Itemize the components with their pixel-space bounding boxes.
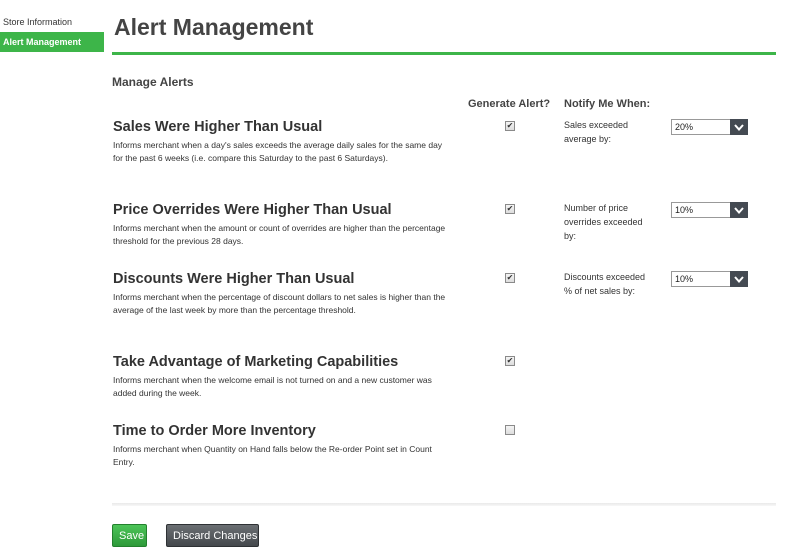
- check-icon: ✔: [506, 121, 514, 130]
- alert-marketing-capabilities: Take Advantage of Marketing Capabilities…: [112, 354, 452, 400]
- chevron-down-icon[interactable]: [730, 271, 748, 287]
- page-title: Alert Management: [114, 14, 314, 40]
- discard-changes-button[interactable]: Discard Changes: [166, 524, 259, 547]
- alert-title: Take Advantage of Marketing Capabilities: [113, 354, 399, 370]
- threshold-dropdown-price-overrides[interactable]: 10%: [671, 202, 748, 218]
- notify-me-header: Notify Me When:: [564, 98, 651, 110]
- alert-description: Informs merchant when Quantity on Hand f…: [113, 444, 432, 467]
- generate-alert-header: Generate Alert?: [468, 98, 551, 110]
- threshold-dropdown-discounts[interactable]: 10%: [671, 271, 748, 287]
- check-icon: ✔: [506, 356, 514, 365]
- alert-price-overrides: Price Overrides Were Higher Than Usual I…: [112, 202, 452, 248]
- check-icon: ✔: [506, 204, 514, 213]
- footer-divider: [112, 503, 776, 506]
- generate-alert-checkbox-price-overrides[interactable]: ✔: [505, 204, 515, 214]
- sidebar: Store Information Alert Management: [0, 12, 104, 52]
- alert-description: Informs merchant when the amount or coun…: [113, 223, 446, 246]
- alert-title: Sales Were Higher Than Usual: [113, 119, 323, 135]
- dropdown-value: 10%: [675, 274, 694, 284]
- generate-alert-checkbox-marketing[interactable]: ✔: [505, 356, 515, 366]
- sidebar-item-alert-management[interactable]: Alert Management: [0, 32, 104, 52]
- alert-description: Informs merchant when the welcome email …: [113, 375, 432, 398]
- sidebar-item-store-information[interactable]: Store Information: [0, 12, 104, 32]
- alert-sales-higher: Sales Were Higher Than Usual Informs mer…: [112, 119, 452, 165]
- chevron-down-icon[interactable]: [730, 119, 748, 135]
- alert-order-inventory: Time to Order More Inventory Informs mer…: [112, 423, 452, 469]
- alert-title: Discounts Were Higher Than Usual: [113, 271, 355, 287]
- alert-title: Price Overrides Were Higher Than Usual: [113, 202, 392, 218]
- notify-label-discounts: Discounts exceeded % of net sales by:: [564, 272, 646, 296]
- alert-description: Informs merchant when a day's sales exce…: [113, 140, 443, 163]
- alert-title: Time to Order More Inventory: [113, 423, 316, 439]
- title-divider: [112, 52, 776, 55]
- dropdown-value: 10%: [675, 205, 694, 215]
- section-title: Manage Alerts: [112, 75, 194, 89]
- generate-alert-checkbox-discounts[interactable]: ✔: [505, 273, 515, 283]
- alert-discounts-higher: Discounts Were Higher Than Usual Informs…: [112, 271, 452, 317]
- check-icon: ✔: [506, 273, 514, 282]
- notify-label-price-overrides: Number of price overrides exceeded by:: [564, 203, 643, 241]
- notify-label-sales: Sales exceeded average by:: [564, 120, 629, 144]
- dropdown-value: 20%: [675, 122, 694, 132]
- threshold-dropdown-sales[interactable]: 20%: [671, 119, 748, 135]
- save-button[interactable]: Save: [112, 524, 147, 547]
- generate-alert-checkbox-sales[interactable]: ✔: [505, 121, 515, 131]
- alert-description: Informs merchant when the percentage of …: [113, 292, 446, 315]
- chevron-down-icon[interactable]: [730, 202, 748, 218]
- generate-alert-checkbox-inventory[interactable]: [505, 425, 515, 435]
